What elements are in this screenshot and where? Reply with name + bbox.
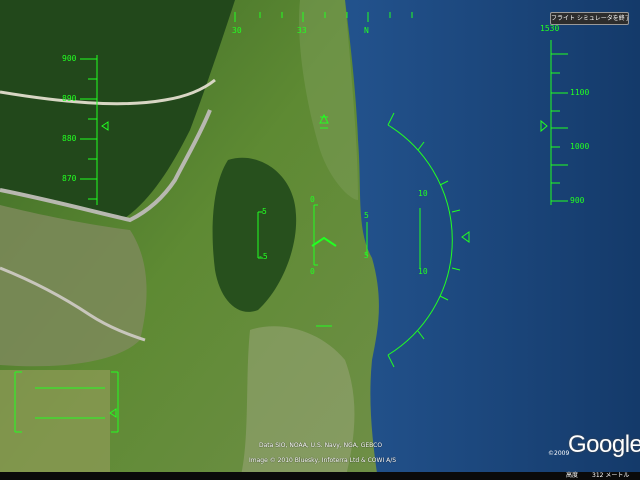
pitch-label-5-lower: 5 xyxy=(364,251,369,260)
altitude-label: 1100 xyxy=(570,88,590,97)
roll-label-lower: 10 xyxy=(418,267,428,276)
altitude-label-top: 1530 xyxy=(540,24,560,33)
image-attribution: Image © 2010 Bluesky, Infoterra Ltd & CO… xyxy=(249,457,397,464)
pitch-label-zero-bottom: 0 xyxy=(310,267,315,276)
roll-label-upper: 10 xyxy=(418,189,428,198)
logo-year: ©2009 xyxy=(548,450,570,457)
speed-label: 890 xyxy=(62,94,77,103)
altitude-label: 900 xyxy=(570,196,585,205)
heading-label-north: N xyxy=(364,26,369,35)
field-area xyxy=(0,370,110,472)
speed-label: 880 xyxy=(62,134,77,143)
aerial-scene xyxy=(0,0,640,480)
pitch-label-zero-top: 0 xyxy=(310,195,315,204)
google-logo: Google xyxy=(568,431,640,458)
exit-flight-simulator-button[interactable]: フライト シミュレータを終了 xyxy=(550,12,629,25)
speed-label: 870 xyxy=(62,174,77,183)
heading-label-30: 30 xyxy=(232,26,242,35)
pitch-label-minus-5: -5 xyxy=(258,252,268,261)
speed-label: 900 xyxy=(62,54,77,63)
pitch-label-5-upper: 5 xyxy=(364,211,369,220)
altitude-status-value: 312 メートル xyxy=(592,472,630,479)
pitch-label-plus-5: 5 xyxy=(262,207,267,216)
altitude-status-label: 高度 xyxy=(566,472,579,479)
data-attribution: Data SIO, NOAA, U.S. Navy, NGA, GEBCO xyxy=(259,442,383,449)
altitude-label: 1000 xyxy=(570,142,590,151)
status-bar: 高度 312 メートル xyxy=(0,472,640,480)
heading-label-33: 33 xyxy=(297,26,307,35)
